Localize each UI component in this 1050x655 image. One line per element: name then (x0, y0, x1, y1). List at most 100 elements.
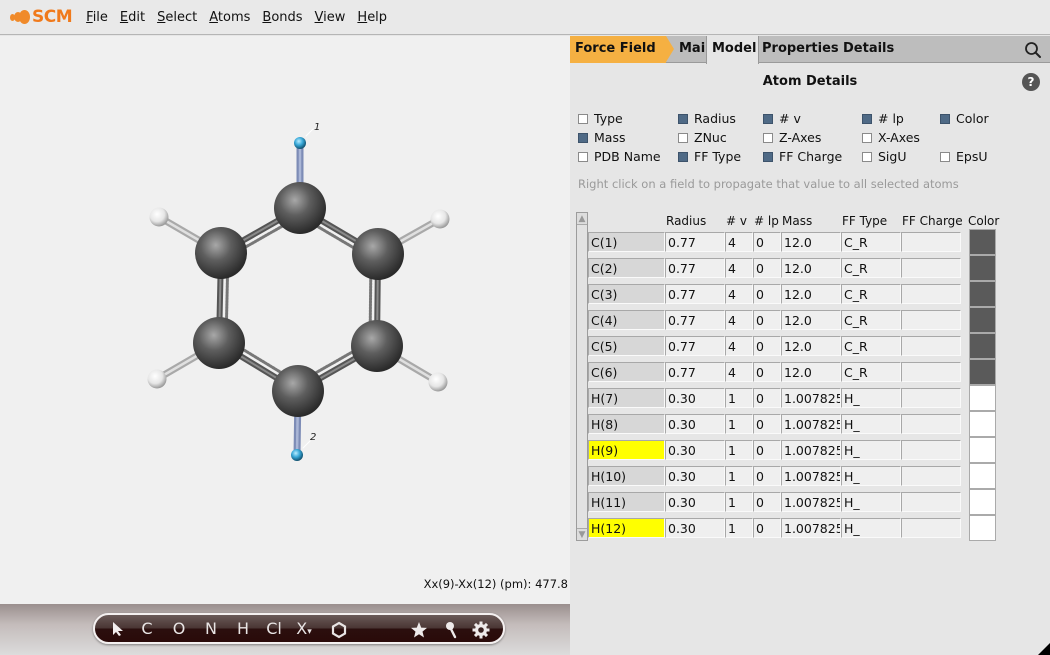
cell-ff-type[interactable]: H_ (841, 388, 901, 408)
cell-mass[interactable]: 1.007825 (781, 518, 841, 538)
menu-edit[interactable]: Edit (120, 10, 145, 25)
column-header[interactable]: Color (968, 214, 999, 228)
cell-name[interactable]: H(11) (588, 492, 665, 512)
tab-force-field[interactable]: Force Field (570, 36, 666, 63)
color-swatch[interactable] (969, 437, 996, 463)
tab-properties[interactable]: Properties (757, 36, 844, 63)
column-header[interactable]: FF Charge (902, 214, 963, 228)
cell-ff-type[interactable]: H_ (841, 492, 901, 512)
hydrogen-atom[interactable] (147, 369, 167, 389)
cell-radius[interactable]: 0.30 (665, 492, 725, 512)
cell-ff-charge[interactable] (901, 258, 961, 278)
cell-name[interactable]: H(9) (588, 440, 665, 460)
checkbox-pdb-name[interactable]: PDB Name (578, 149, 661, 164)
cell-lp[interactable]: 0 (753, 518, 781, 538)
oxygen-tool[interactable]: O (168, 619, 190, 638)
cell-ff-type[interactable]: C_R (841, 362, 901, 382)
color-swatch[interactable] (969, 359, 996, 385)
cell-name[interactable]: C(5) (588, 336, 665, 356)
selected-hydrogen-atom[interactable] (291, 449, 303, 461)
cell-radius[interactable]: 0.30 (665, 518, 725, 538)
checkbox-lp[interactable]: # lp (862, 111, 904, 126)
favorites-star-icon[interactable] (408, 619, 430, 639)
cell-lp[interactable]: 0 (753, 492, 781, 512)
cell-ff-charge[interactable] (901, 466, 961, 486)
color-swatch[interactable] (969, 411, 996, 437)
cell-ff-charge[interactable] (901, 232, 961, 252)
cell-mass[interactable]: 12.0 (781, 258, 841, 278)
checkbox-sigu[interactable]: SigU (862, 149, 907, 164)
cell-radius[interactable]: 0.30 (665, 388, 725, 408)
cell-ff-type[interactable]: H_ (841, 466, 901, 486)
cell-name[interactable]: C(1) (588, 232, 665, 252)
search-icon[interactable] (1024, 41, 1042, 63)
cell-ff-type[interactable]: C_R (841, 284, 901, 304)
chlorine-tool[interactable]: Cl (263, 619, 285, 638)
cell-radius[interactable]: 0.77 (665, 362, 725, 382)
cell-lp[interactable]: 0 (753, 310, 781, 330)
color-swatch[interactable] (969, 515, 996, 541)
cell-radius[interactable]: 0.30 (665, 466, 725, 486)
selected-hydrogen-atom[interactable] (294, 137, 306, 149)
checkbox-v[interactable]: # v (763, 111, 801, 126)
cell-ff-type[interactable]: C_R (841, 232, 901, 252)
hydrogen-tool[interactable]: H (232, 619, 254, 638)
column-header[interactable]: FF Type (842, 214, 887, 228)
carbon-atom[interactable] (274, 182, 326, 234)
cell-mass[interactable]: 12.0 (781, 284, 841, 304)
window-resize-grip[interactable] (1038, 643, 1050, 655)
cell-mass[interactable]: 12.0 (781, 310, 841, 330)
cell-v[interactable]: 1 (725, 440, 753, 460)
checkbox-box[interactable] (678, 151, 688, 162)
nitrogen-tool[interactable]: N (200, 619, 222, 638)
cell-v[interactable]: 4 (725, 258, 753, 278)
cell-name[interactable]: C(3) (588, 284, 665, 304)
color-swatch[interactable] (969, 255, 996, 281)
checkbox-box[interactable] (862, 132, 872, 143)
cell-lp[interactable]: 0 (753, 440, 781, 460)
cell-mass[interactable]: 1.007825 (781, 414, 841, 434)
cell-radius[interactable]: 0.77 (665, 284, 725, 304)
cell-mass[interactable]: 1.007825 (781, 440, 841, 460)
ring-tool-icon[interactable] (328, 619, 350, 639)
scm-logo[interactable]: SCM (10, 7, 73, 27)
cell-radius[interactable]: 0.77 (665, 258, 725, 278)
cell-v[interactable]: 1 (725, 518, 753, 538)
cell-mass[interactable]: 1.007825 (781, 492, 841, 512)
color-swatch[interactable] (969, 307, 996, 333)
cell-name[interactable]: H(8) (588, 414, 665, 434)
cell-ff-type[interactable]: H_ (841, 414, 901, 434)
checkbox-z-axes[interactable]: Z-Axes (763, 130, 821, 145)
color-swatch[interactable] (969, 463, 996, 489)
cell-name[interactable]: C(4) (588, 310, 665, 330)
column-header[interactable]: Mass (782, 214, 812, 228)
cell-name[interactable]: C(6) (588, 362, 665, 382)
cell-ff-charge[interactable] (901, 336, 961, 356)
cell-v[interactable]: 4 (725, 232, 753, 252)
cell-ff-type[interactable]: C_R (841, 258, 901, 278)
cell-v[interactable]: 4 (725, 336, 753, 356)
column-header[interactable]: Radius (666, 214, 706, 228)
menu-view[interactable]: View (315, 10, 346, 25)
checkbox-box[interactable] (578, 151, 588, 162)
scroll-up-arrow-icon[interactable]: ▲ (577, 213, 587, 225)
cell-mass[interactable]: 12.0 (781, 336, 841, 356)
checkbox-x-axes[interactable]: X-Axes (862, 130, 920, 145)
cell-ff-charge[interactable] (901, 492, 961, 512)
cell-lp[interactable]: 0 (753, 232, 781, 252)
cell-ff-charge[interactable] (901, 414, 961, 434)
color-swatch[interactable] (969, 229, 996, 255)
cell-mass[interactable]: 1.007825 (781, 388, 841, 408)
cell-lp[interactable]: 0 (753, 388, 781, 408)
cell-radius[interactable]: 0.77 (665, 232, 725, 252)
cell-name[interactable]: H(7) (588, 388, 665, 408)
cell-ff-charge[interactable] (901, 440, 961, 460)
checkbox-box[interactable] (862, 151, 872, 162)
cell-radius[interactable]: 0.30 (665, 440, 725, 460)
cell-ff-charge[interactable] (901, 518, 961, 538)
checkbox-box[interactable] (578, 113, 588, 124)
checkbox-box[interactable] (763, 132, 773, 143)
checkbox-box[interactable] (940, 113, 950, 124)
molecule-viewer[interactable]: 1 2 Xx(9)-Xx(12) (pm): 477.8 (0, 36, 570, 604)
cell-v[interactable]: 1 (725, 414, 753, 434)
